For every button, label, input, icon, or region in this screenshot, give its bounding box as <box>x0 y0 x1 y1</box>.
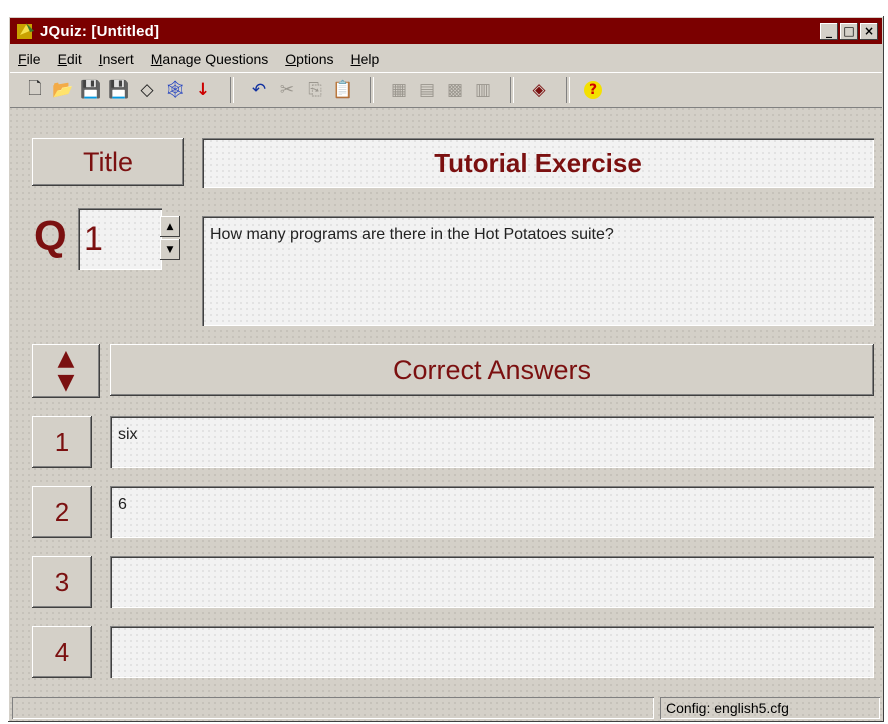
help-icon[interactable]: ? <box>584 81 602 99</box>
menu-file[interactable]: File <box>10 51 50 67</box>
arrow-up-icon: ▲ <box>57 346 75 371</box>
reorder-answers-button[interactable]: ▲ ▼ <box>32 344 100 398</box>
menu-manage-questions[interactable]: Manage Questions <box>143 51 278 67</box>
toolbar: 🗋 📂 💾 💾 ◇ 🕸 ↓ ↶ ✂ ⎘ 📋 ▦ ▤ ▩ ▥ ◈ ? <box>10 72 882 108</box>
arrow-down-icon: ▼ <box>57 370 75 395</box>
clear-icon[interactable]: ◇ <box>136 79 158 101</box>
jquiz-app-icon <box>17 23 34 39</box>
export-arrow-icon[interactable]: ↓ <box>192 79 214 101</box>
toolbar-separator <box>230 77 234 103</box>
config-status: Config: english5.cfg <box>660 697 880 719</box>
menu-help[interactable]: Help <box>343 51 389 67</box>
title-button[interactable]: Title <box>32 138 184 186</box>
correct-answers-header: Correct Answers <box>110 344 874 396</box>
config-icon[interactable]: ◈ <box>528 79 550 101</box>
toolbar-separator <box>566 77 570 103</box>
answer-field[interactable]: 6 <box>110 486 874 538</box>
jquiz-window: JQuiz: [Untitled] _ □ × File Edit Insert… <box>8 16 884 722</box>
paste-icon[interactable]: 📋 <box>332 79 354 101</box>
menu-insert[interactable]: Insert <box>91 51 143 67</box>
tool-c-icon[interactable]: ▩ <box>444 79 466 101</box>
copy-icon[interactable]: ⎘ <box>304 79 326 101</box>
window-title: JQuiz: [Untitled] <box>40 22 160 40</box>
web-page-icon[interactable]: 🕸 <box>164 79 186 101</box>
tool-d-icon[interactable]: ▥ <box>472 79 494 101</box>
toolbar-separator <box>370 77 374 103</box>
undo-icon[interactable]: ↶ <box>248 79 270 101</box>
new-file-icon[interactable]: 🗋 <box>24 79 46 101</box>
answer-field[interactable] <box>110 626 874 678</box>
question-label: Q <box>34 212 67 259</box>
spinner-down-button[interactable]: ▼ <box>160 239 180 260</box>
save-icon[interactable]: 💾 <box>80 79 102 101</box>
save-as-icon[interactable]: 💾 <box>108 79 130 101</box>
toolbar-separator <box>510 77 514 103</box>
open-folder-icon[interactable]: 📂 <box>52 79 74 101</box>
answer-field[interactable] <box>110 556 874 608</box>
menu-options[interactable]: Options <box>277 51 342 67</box>
maximize-button[interactable]: □ <box>840 22 858 40</box>
close-button[interactable]: × <box>860 22 878 40</box>
menu-edit[interactable]: Edit <box>50 51 91 67</box>
answer-number-button[interactable]: 1 <box>32 416 92 468</box>
tool-a-icon[interactable]: ▦ <box>388 79 410 101</box>
answer-field[interactable]: six <box>110 416 874 468</box>
question-spinner: ▲ ▼ <box>160 216 182 262</box>
answer-number-button[interactable]: 4 <box>32 626 92 678</box>
menu-bar: File Edit Insert Manage Questions Option… <box>10 47 882 71</box>
answer-number-button[interactable]: 2 <box>32 486 92 538</box>
spinner-up-button[interactable]: ▲ <box>160 216 180 237</box>
title-bar: JQuiz: [Untitled] _ □ × <box>10 18 882 44</box>
status-bar: Config: english5.cfg <box>10 694 882 720</box>
cut-icon[interactable]: ✂ <box>276 79 298 101</box>
answer-number-button[interactable]: 3 <box>32 556 92 608</box>
status-panel <box>12 697 654 719</box>
question-number-field[interactable]: 1 <box>78 208 162 270</box>
exercise-title-field[interactable]: Tutorial Exercise <box>202 138 874 188</box>
minimize-button[interactable]: _ <box>820 22 838 40</box>
tool-b-icon[interactable]: ▤ <box>416 79 438 101</box>
question-text-field[interactable]: How many programs are there in the Hot P… <box>202 216 874 326</box>
